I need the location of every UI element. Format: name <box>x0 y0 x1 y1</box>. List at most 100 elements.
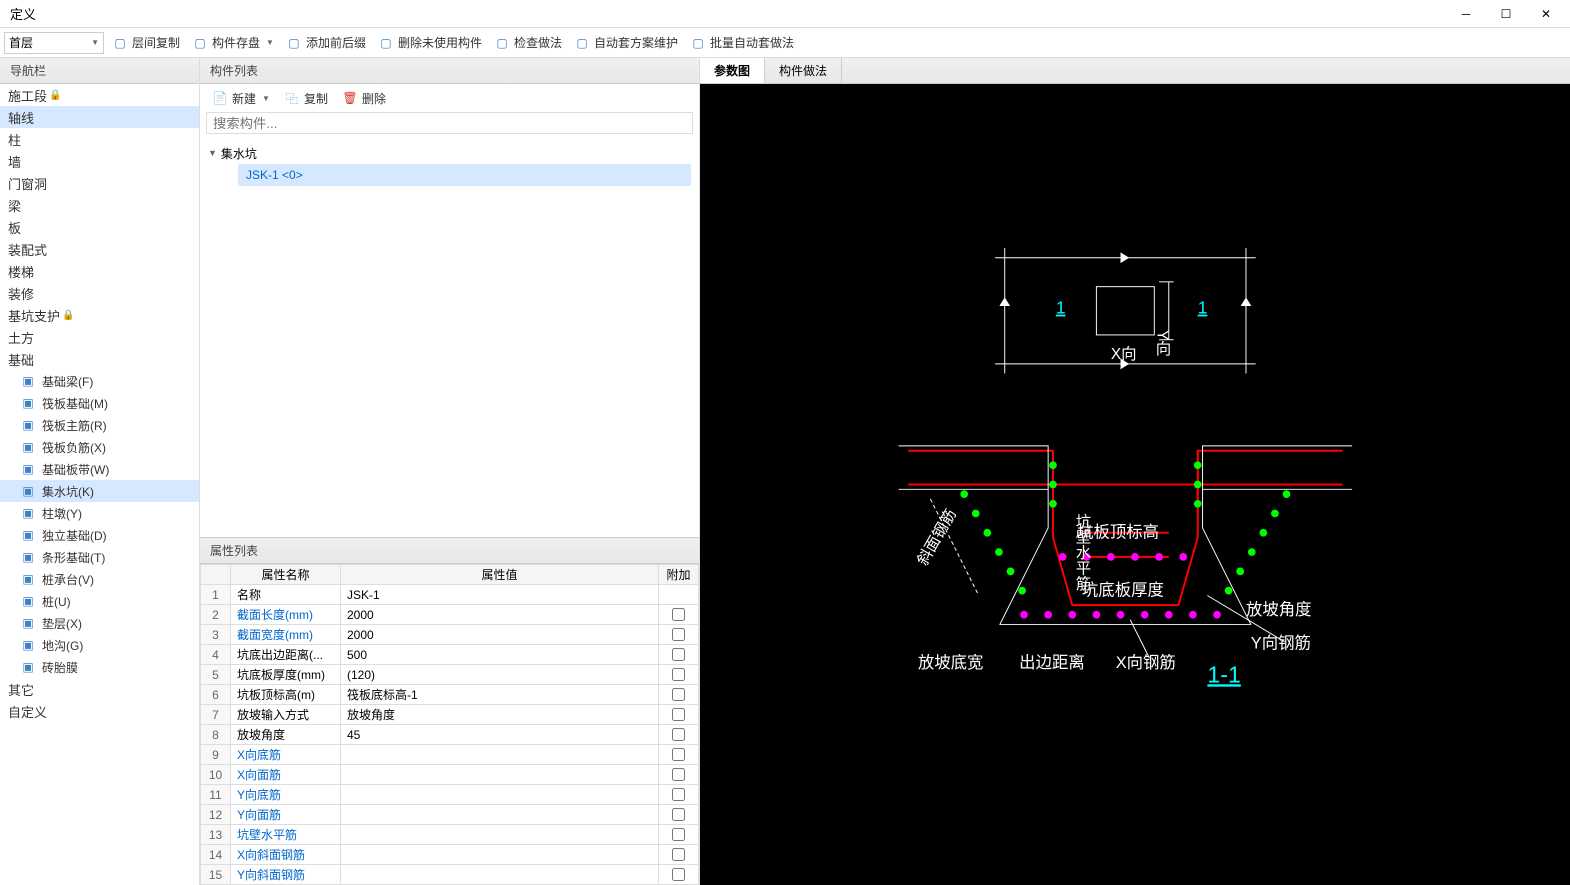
attach-checkbox[interactable] <box>672 808 685 821</box>
nav-item[interactable]: 轴线 <box>0 106 199 128</box>
props-row[interactable]: 1 名称 JSK-1 <box>201 585 699 605</box>
mid-tb-copy[interactable]: ⿻复制 <box>278 86 334 110</box>
props-row[interactable]: 14 X向斜面钢筋 <box>201 845 699 865</box>
nav-item[interactable]: 墙 <box>0 150 199 172</box>
props-row[interactable]: 4 坑底出边距离(... 500 <box>201 645 699 665</box>
svg-text:坑底板厚度: 坑底板厚度 <box>1082 581 1164 599</box>
nav-sub-item[interactable]: ▣桩承台(V) <box>0 568 199 590</box>
attach-checkbox[interactable] <box>672 728 685 741</box>
svg-text:放坡角度: 放坡角度 <box>1246 601 1312 619</box>
props-row[interactable]: 9 X向底筋 <box>201 745 699 765</box>
nav-sub-item[interactable]: ▣基础板带(W) <box>0 458 199 480</box>
nav-sub-item[interactable]: ▣垫层(X) <box>0 612 199 634</box>
attach-checkbox[interactable] <box>672 688 685 701</box>
attach-checkbox[interactable] <box>672 708 685 721</box>
tb-batch-auto[interactable]: ▢批量自动套做法 <box>684 31 800 55</box>
props-row[interactable]: 15 Y向斜面钢筋 <box>201 865 699 885</box>
window-title: 定义 <box>4 4 36 23</box>
tb-add-prefix-suffix[interactable]: ▢添加前后缀 <box>280 31 372 55</box>
check-method-icon: ▢ <box>494 35 510 51</box>
nav-item[interactable]: 装修 <box>0 282 199 304</box>
attach-checkbox[interactable] <box>672 768 685 781</box>
nav-item[interactable]: 施工段🔒 <box>0 84 199 106</box>
category-icon: ▣ <box>20 615 36 631</box>
nav-sub-item[interactable]: ▣筏板基础(M) <box>0 392 199 414</box>
nav-sub-item[interactable]: ▣桩(U) <box>0 590 199 612</box>
nav-sub-item[interactable]: ▣集水坑(K) <box>0 480 199 502</box>
attach-checkbox[interactable] <box>672 848 685 861</box>
props-header: 属性列表 <box>200 538 699 564</box>
nav-item[interactable]: 柱 <box>0 128 199 150</box>
add-prefix-suffix-icon: ▢ <box>286 35 302 51</box>
nav-sub-item[interactable]: ▣独立基础(D) <box>0 524 199 546</box>
tree-root[interactable]: ▼ 集水坑 <box>208 142 691 164</box>
nav-item[interactable]: 其它 <box>0 678 199 700</box>
props-row[interactable]: 7 放坡输入方式 放坡角度 <box>201 705 699 725</box>
diagram-tab[interactable]: 构件做法 <box>765 58 842 83</box>
svg-text:1: 1 <box>1056 298 1066 318</box>
props-row[interactable]: 5 坑底板厚度(mm) (120) <box>201 665 699 685</box>
nav-item[interactable]: 自定义 <box>0 700 199 722</box>
attach-checkbox[interactable] <box>672 748 685 761</box>
minimize-button[interactable]: ─ <box>1446 1 1486 27</box>
category-icon: ▣ <box>20 373 36 389</box>
svg-text:1-1: 1-1 <box>1207 661 1240 687</box>
search-input[interactable] <box>206 112 693 134</box>
props-row[interactable]: 6 坑板顶标高(m) 筏板底标高-1 <box>201 685 699 705</box>
nav-item[interactable]: 梁 <box>0 194 199 216</box>
nav-sub-item[interactable]: ▣地沟(G) <box>0 634 199 656</box>
diagram-tab[interactable]: 参数图 <box>700 58 765 83</box>
tb-save-dropdown[interactable]: ▢构件存盘▼ <box>186 31 280 55</box>
attach-checkbox[interactable] <box>672 868 685 881</box>
category-icon: ▣ <box>20 417 36 433</box>
nav-sub-item[interactable]: ▣基础梁(F) <box>0 370 199 392</box>
mid-tb-delete[interactable]: 🗑删除 <box>336 86 392 110</box>
props-row[interactable]: 2 截面长度(mm) 2000 <box>201 605 699 625</box>
attach-checkbox[interactable] <box>672 668 685 681</box>
maximize-button[interactable]: ☐ <box>1486 1 1526 27</box>
svg-text:Y向: Y向 <box>1154 330 1171 356</box>
category-icon: ▣ <box>20 483 36 499</box>
new-icon: 📄 <box>212 90 228 106</box>
nav-item[interactable]: 楼梯 <box>0 260 199 282</box>
attach-checkbox[interactable] <box>672 648 685 661</box>
props-row[interactable]: 10 X向面筋 <box>201 765 699 785</box>
nav-item[interactable]: 门窗洞 <box>0 172 199 194</box>
nav-sub-item[interactable]: ▣条形基础(T) <box>0 546 199 568</box>
svg-text:X向: X向 <box>1111 345 1137 363</box>
component-list-header: 构件列表 <box>200 58 699 84</box>
category-icon: ▣ <box>20 461 36 477</box>
nav-sub-item[interactable]: ▣柱墩(Y) <box>0 502 199 524</box>
attach-checkbox[interactable] <box>672 828 685 841</box>
attach-checkbox[interactable] <box>672 608 685 621</box>
tree-item-selected[interactable]: JSK-1 <0> <box>238 164 691 186</box>
tb-delete-unused[interactable]: ▢删除未使用构件 <box>372 31 488 55</box>
category-icon: ▣ <box>20 593 36 609</box>
nav-item[interactable]: 基坑支护🔒 <box>0 304 199 326</box>
tb-layer-copy[interactable]: ▢层间复制 <box>106 31 186 55</box>
props-row[interactable]: 8 放坡角度 45 <box>201 725 699 745</box>
props-row[interactable]: 11 Y向底筋 <box>201 785 699 805</box>
tb-check-method[interactable]: ▢检查做法 <box>488 31 568 55</box>
mid-tb-new[interactable]: 📄新建▼ <box>206 86 276 110</box>
nav-item[interactable]: 土方 <box>0 326 199 348</box>
nav-sub-item[interactable]: ▣筏板负筋(X) <box>0 436 199 458</box>
close-button[interactable]: ✕ <box>1526 1 1566 27</box>
props-row[interactable]: 12 Y向面筋 <box>201 805 699 825</box>
diagram-canvas[interactable]: 1 1 X向 Y向 <box>700 84 1570 885</box>
nav-sub-item[interactable]: ▣筏板主筋(R) <box>0 414 199 436</box>
nav-item[interactable]: 装配式 <box>0 238 199 260</box>
nav-item[interactable]: 板 <box>0 216 199 238</box>
nav-item[interactable]: 基础 <box>0 348 199 370</box>
main-toolbar: 首层 ▼ ▢层间复制▢构件存盘▼▢添加前后缀▢删除未使用构件▢检查做法▢自动套方… <box>0 28 1570 58</box>
attach-checkbox[interactable] <box>672 788 685 801</box>
props-row[interactable]: 13 坑壁水平筋 <box>201 825 699 845</box>
nav-sub-item[interactable]: ▣砖胎膜 <box>0 656 199 678</box>
floor-select[interactable]: 首层 ▼ <box>4 32 104 54</box>
svg-text:放坡底宽: 放坡底宽 <box>918 654 984 672</box>
attach-checkbox[interactable] <box>672 628 685 641</box>
props-row[interactable]: 3 截面宽度(mm) 2000 <box>201 625 699 645</box>
tb-auto-scheme[interactable]: ▢自动套方案维护 <box>568 31 684 55</box>
layer-copy-icon: ▢ <box>112 35 128 51</box>
component-list-panel: 构件列表 📄新建▼⿻复制🗑删除 ▼ 集水坑 JSK-1 <0> 属性列表 <box>200 58 700 885</box>
